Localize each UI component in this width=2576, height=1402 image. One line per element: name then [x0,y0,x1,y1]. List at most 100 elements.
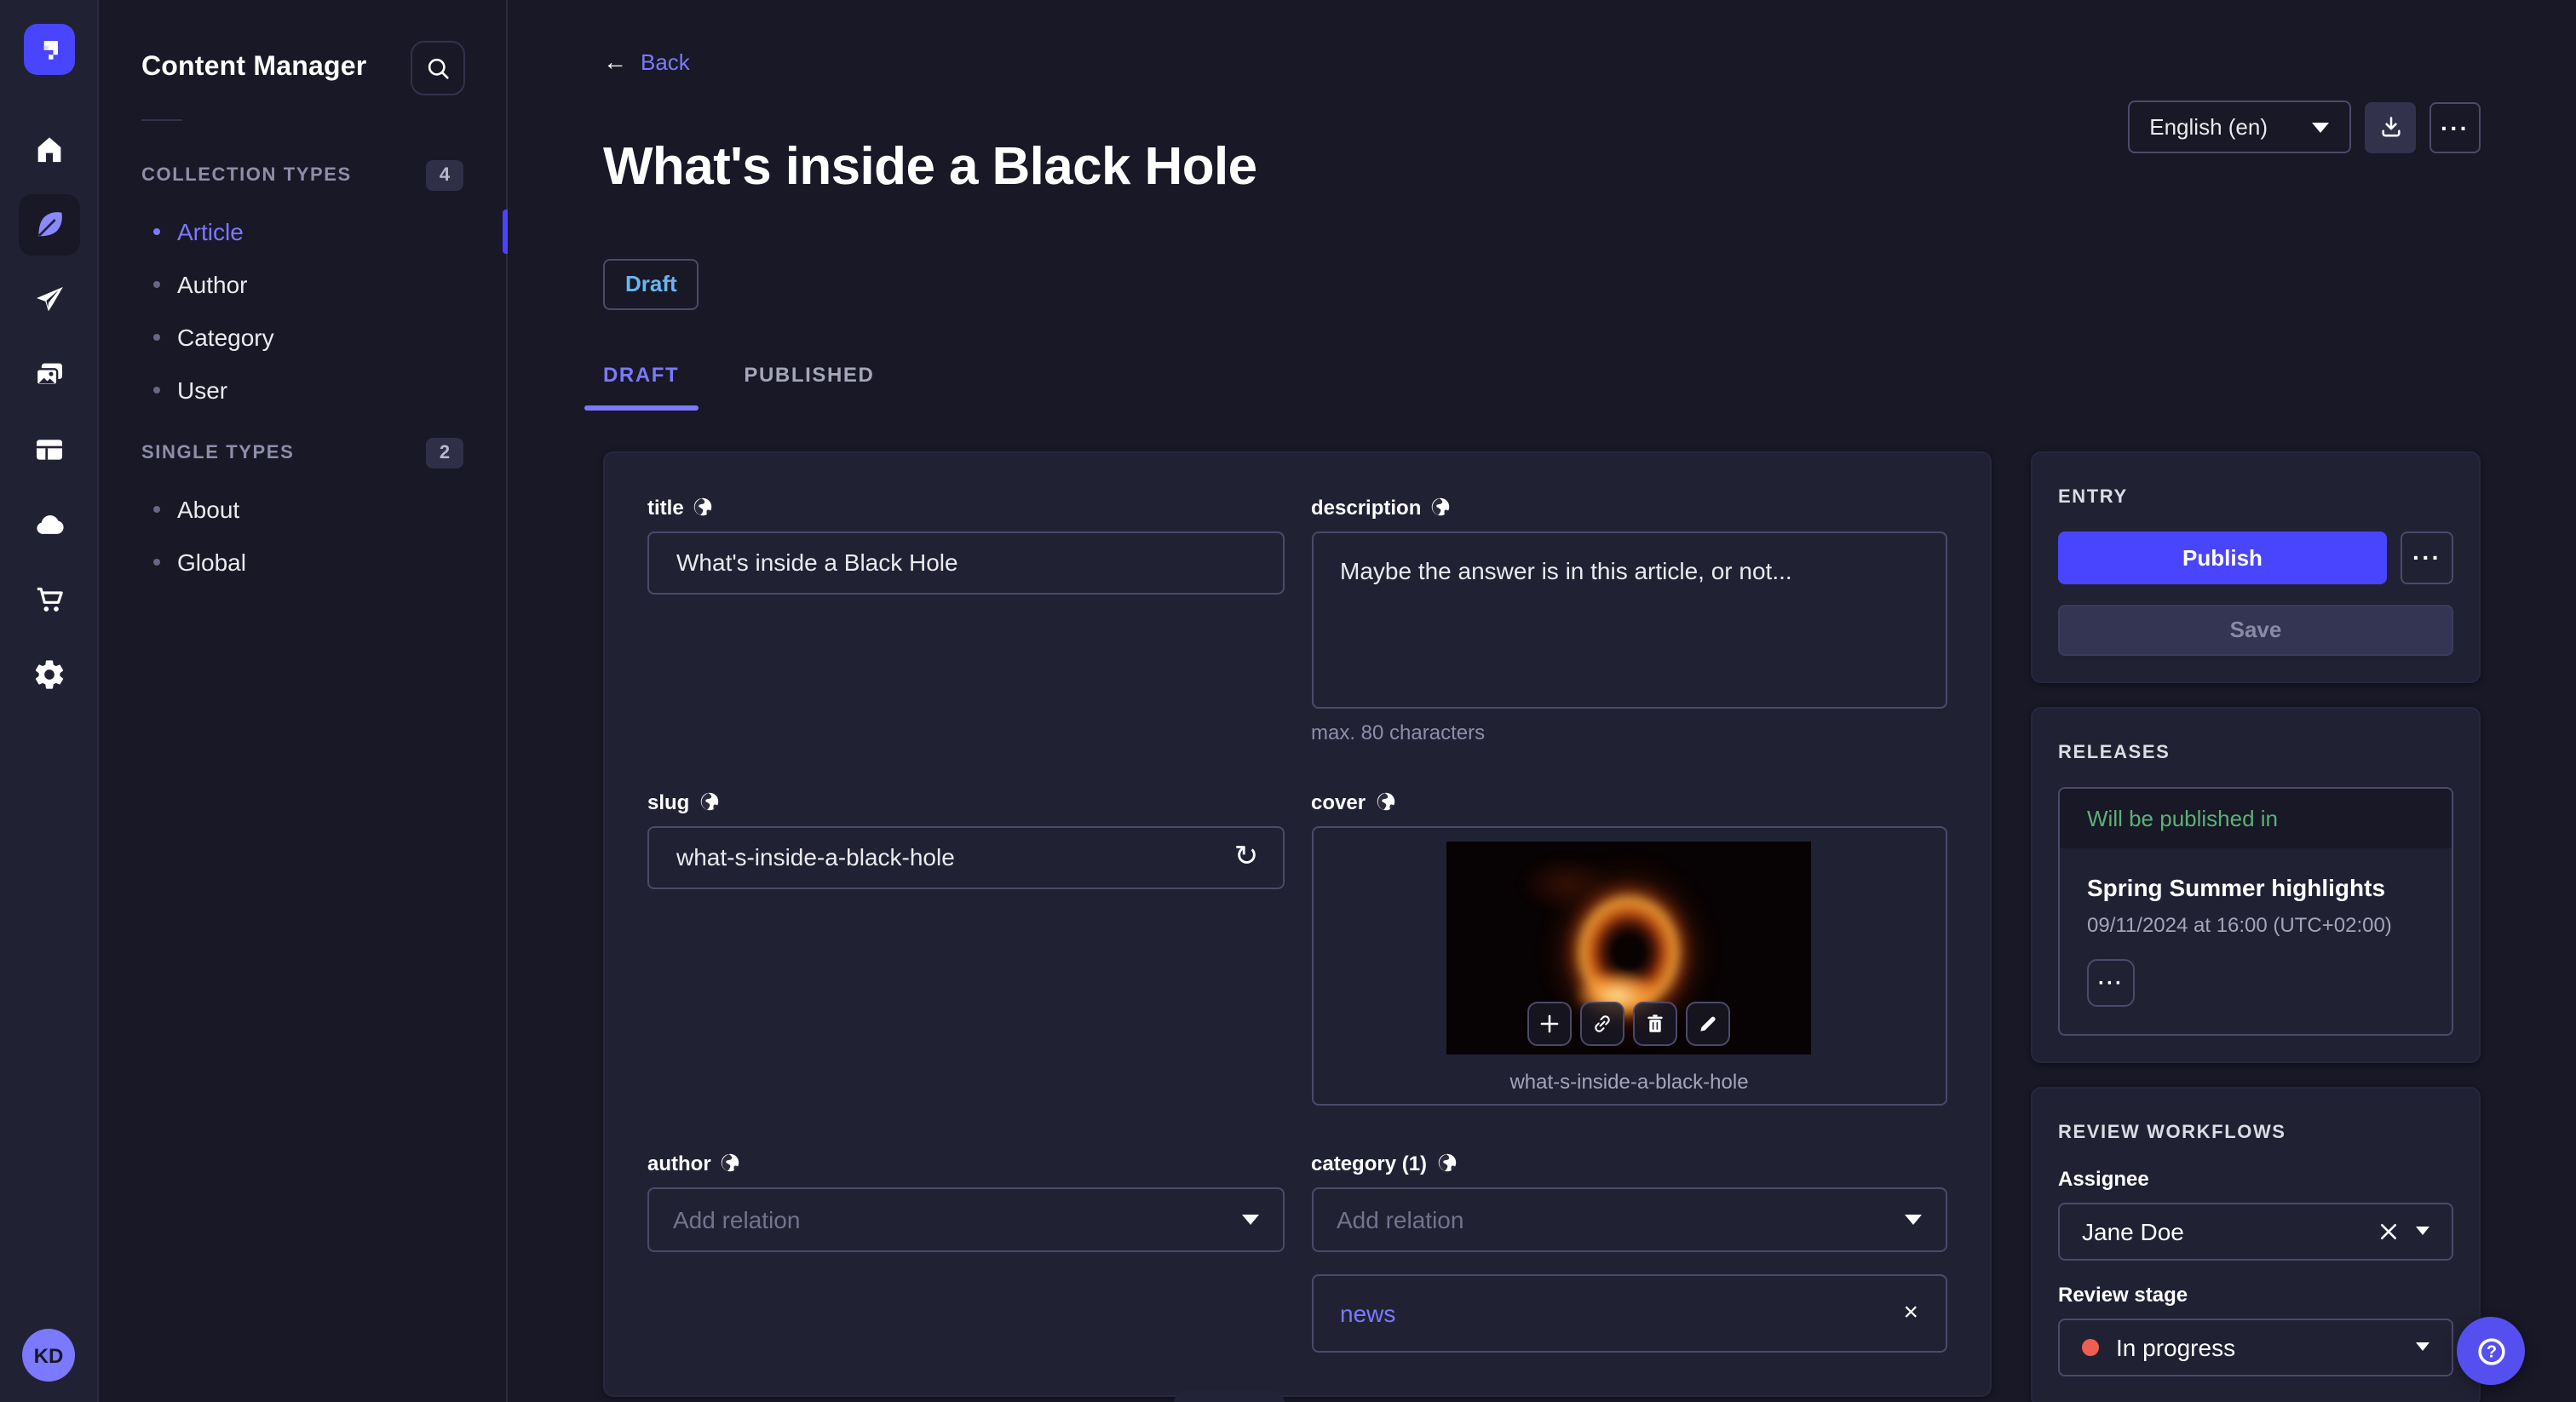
review-stage-label: Review stage [2058,1282,2188,1307]
ellipsis-icon: ··· [2412,543,2441,572]
release-title[interactable]: Spring Summer highlights [2087,873,2424,900]
globe-icon [1432,497,1450,516]
pencil-icon [1700,1015,1716,1031]
description-textarea[interactable]: Maybe the answer is in this article, or … [1311,531,1947,709]
sidebar-item-category[interactable]: Category [99,310,506,363]
relation-link[interactable]: news [1340,1299,1395,1326]
tab-draft[interactable]: DRAFT [584,362,698,411]
bullet-icon [153,333,160,340]
stage-status-dot [2082,1338,2099,1356]
regenerate-slug-button[interactable]: ↻ [1226,836,1267,876]
stage-value: In progress [2116,1333,2236,1361]
header-more-button[interactable]: ··· [2429,101,2481,152]
delete-asset-button[interactable] [1633,1001,1678,1046]
author-relation-combobox[interactable]: Add relation [647,1187,1284,1252]
bullet-icon [153,558,160,565]
locale-value: English (en) [2149,114,2268,140]
back-link[interactable]: Back [641,49,690,74]
bottom-peek-element [1174,1390,1285,1402]
status-badge: Draft [603,258,699,310]
media-library-icon[interactable] [18,344,79,405]
save-button[interactable]: Save [2058,604,2453,656]
page-title: What's inside a Black Hole [603,135,1257,196]
content-manager-icon[interactable] [18,194,79,256]
release-card: Will be published in Spring Summer highl… [2058,786,2453,1036]
globe-icon [722,1153,739,1172]
bullet-icon [153,386,160,393]
assignee-combobox[interactable]: Jane Doe [2058,1202,2453,1261]
releases-panel: RELEASES Will be published in Spring Sum… [2031,706,2481,1063]
description-hint: max. 80 characters [1311,720,1486,744]
sidebar-item-user[interactable]: User [99,363,506,416]
add-asset-button[interactable] [1527,1001,1573,1046]
sidebar-item-label: User [177,376,228,403]
chevron-down-icon [2416,1227,2429,1236]
single-types-list: About Global [99,482,506,588]
sidebar-item-about[interactable]: About [99,482,506,535]
globe-icon [700,792,718,811]
relation-item-news: news × [1311,1273,1947,1353]
release-more-button[interactable]: ··· [2087,958,2135,1007]
question-mark-icon: ? [2477,1337,2504,1365]
slug-input[interactable] [647,825,1284,889]
subnav: Content Manager COLLECTION TYPES 4 Artic… [99,0,508,1402]
sidebar-item-label: Category [177,323,274,350]
copy-link-button[interactable] [1580,1001,1625,1046]
sidebar-item-label: About [177,495,240,522]
release-status: Will be published in [2060,788,2452,848]
sidebar-item-label: Global [177,548,246,575]
releases-heading: RELEASES [2058,742,2171,763]
single-types-count-badge: 2 [426,438,463,468]
sidebar-item-author[interactable]: Author [99,257,506,310]
category-relation-combobox[interactable]: Add relation [1311,1187,1947,1252]
user-avatar[interactable]: KD [22,1329,75,1382]
slug-field-label: slug [647,790,690,814]
cover-caption: what-s-inside-a-black-hole [1509,1069,1749,1094]
collection-types-list: Article Author Category User [99,204,508,416]
search-button[interactable] [411,41,465,95]
field-author: author Add relation [647,1151,1284,1352]
chevron-down-icon [1905,1214,1922,1225]
field-slug: slug ↻ [647,790,1284,1105]
collection-types-count-badge: 4 [426,160,463,191]
locale-select[interactable]: English (en) [2127,101,2351,153]
assignee-value: Jane Doe [2082,1217,2184,1245]
back-arrow-icon: ← [603,48,627,75]
entry-more-button[interactable]: ··· [2401,531,2453,584]
chevron-down-icon [2312,122,2329,132]
entry-heading: ENTRY [2058,486,2128,508]
cover-image-black-hole [1446,841,1812,1054]
search-icon [427,57,448,78]
download-icon [2381,117,2400,137]
chevron-down-icon [2416,1342,2429,1352]
content-type-builder-icon[interactable] [18,419,79,480]
clear-icon[interactable] [2378,1221,2399,1241]
sidebar-item-global[interactable]: Global [99,535,506,588]
section-label-single-types: SINGLE TYPES [141,443,295,463]
main-content: ← Back What's inside a Black Hole Englis… [508,0,2576,1402]
assignee-label: Assignee [2058,1166,2149,1191]
publish-button[interactable]: Publish [2058,531,2387,584]
divider [141,119,182,121]
sidebar-item-article[interactable]: Article [99,204,508,257]
globe-icon [694,497,712,516]
tab-published[interactable]: PUBLISHED [725,362,893,410]
settings-icon[interactable] [18,644,79,705]
title-input[interactable] [647,531,1284,595]
help-button[interactable]: ? [2457,1317,2525,1385]
globe-icon [1376,792,1394,811]
marketplace-icon[interactable] [18,569,79,630]
category-field-label: category (1) [1311,1151,1428,1175]
bullet-icon [153,227,160,234]
export-button[interactable] [2365,101,2416,152]
field-title: title [647,495,1284,744]
strapi-app: KD Content Manager COLLECTION TYPES 4 Ar… [0,0,2576,1402]
cloud-icon[interactable] [18,494,79,555]
review-stage-combobox[interactable]: In progress [2058,1318,2453,1376]
description-field-label: description [1311,495,1422,520]
home-icon[interactable] [18,119,79,181]
remove-relation-icon[interactable]: × [1903,1300,1918,1325]
releases-icon[interactable] [18,269,79,330]
edit-asset-button[interactable] [1686,1001,1731,1046]
strapi-logo-icon[interactable] [23,24,74,75]
